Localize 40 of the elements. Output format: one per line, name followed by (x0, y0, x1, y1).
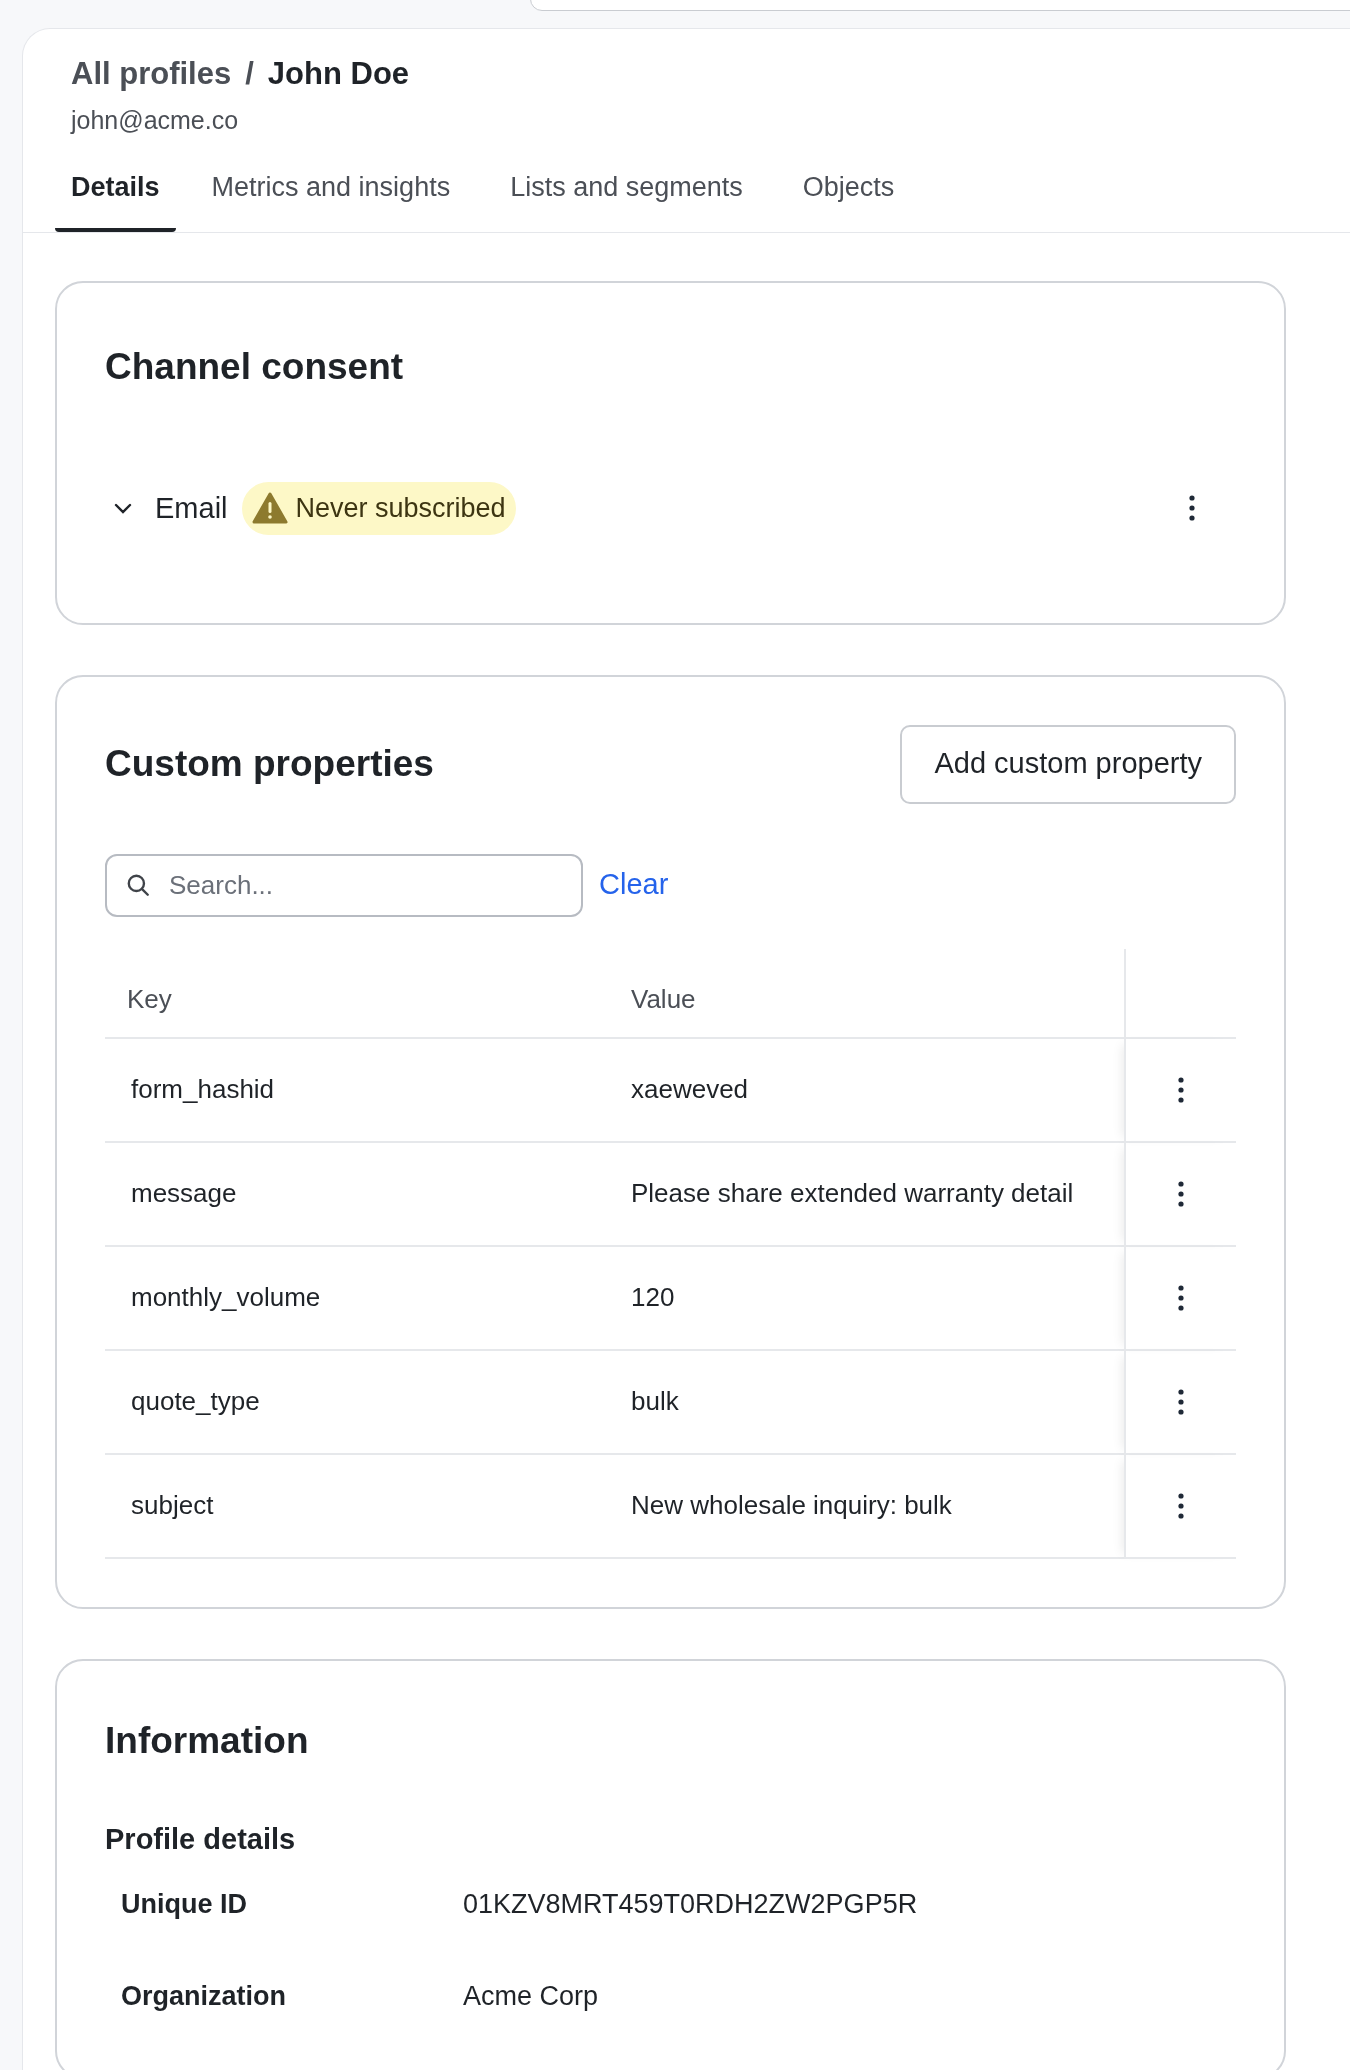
clear-link[interactable]: Clear (599, 863, 669, 907)
breadcrumb-link[interactable]: All profiles (71, 51, 232, 98)
search-field[interactable]: Search... (105, 853, 583, 917)
table-cell: message (105, 1142, 629, 1247)
table-cell: 120 (629, 1246, 1124, 1351)
warning-icon (251, 492, 288, 525)
tab[interactable]: Metrics and insights (187, 155, 475, 232)
table-cell: New wholesale inquiry: bulk (629, 1454, 1124, 1559)
breadcrumb-separator: / (245, 55, 254, 93)
field-label: Unique ID (121, 1887, 248, 1921)
profile-name: John Doe (267, 55, 410, 93)
tab[interactable]: Details (55, 155, 176, 232)
table-cell: form_hashid (105, 1038, 629, 1143)
table-cell: Please share extended warranty detail (629, 1142, 1124, 1247)
table-cell: bulk (629, 1350, 1124, 1455)
kebab-icon (1178, 1492, 1184, 1519)
section-title: Profile details (105, 1822, 297, 1857)
kebab-icon (1189, 495, 1195, 522)
table-cell: quote_type (105, 1350, 629, 1455)
field-value: Acme Corp (463, 1980, 599, 2013)
profile-email: john@acme.co (71, 104, 240, 136)
tab[interactable]: Objects (778, 155, 919, 232)
kebab-icon (1178, 1180, 1184, 1207)
kebab-icon (1178, 1388, 1184, 1415)
column-header: Value (629, 948, 1124, 1039)
field-value: 01KZV8MRT459T0RDH2ZW2PGP5R (463, 1887, 918, 1921)
card-title: Channel consent (105, 344, 405, 389)
kebab-icon (1178, 1284, 1184, 1311)
table-cell: xaeweved (629, 1038, 1124, 1143)
add-custom-property-button[interactable]: Add custom property (900, 724, 1236, 804)
column-header: Key (105, 948, 629, 1039)
tab[interactable]: Lists and segments (486, 155, 767, 232)
card-title: Information (105, 1718, 310, 1763)
kebab-icon (1178, 1076, 1184, 1103)
table-cell: subject (105, 1454, 629, 1559)
status-badge: Never subscribed (241, 482, 516, 535)
channel-name: Email (155, 490, 228, 526)
field-label: Organization (121, 1980, 287, 2013)
table-cell: monthly_volume (105, 1246, 629, 1351)
card-title: Custom properties (105, 742, 434, 787)
